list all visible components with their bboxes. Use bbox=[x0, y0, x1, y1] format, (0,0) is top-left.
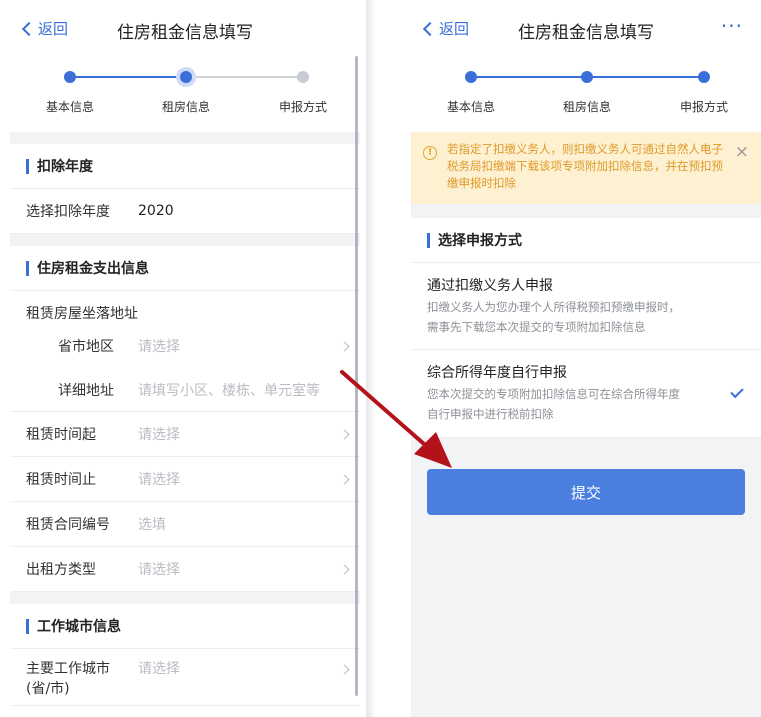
section-title-text: 选择申报方式 bbox=[438, 233, 522, 249]
more-options-icon[interactable]: ··· bbox=[721, 14, 743, 38]
chevron-right-icon bbox=[339, 474, 350, 484]
step-dot-2 bbox=[180, 71, 192, 83]
section-marker bbox=[427, 232, 430, 248]
option-desc-line1: 您本次提交的专项附加扣除信息可在综合所得年度 bbox=[427, 387, 680, 401]
chevron-right-icon bbox=[339, 564, 350, 574]
chevron-right-icon bbox=[339, 429, 350, 439]
step-dot-3 bbox=[698, 71, 710, 83]
address-label: 租赁房屋坐落地址 bbox=[26, 305, 138, 322]
nav-bar: 返回 住房租金信息填写 ··· bbox=[411, 0, 761, 56]
detail-address-input[interactable]: 请填写小区、楼栋、单元室等 bbox=[138, 380, 320, 400]
step-label-2: 租房信息 bbox=[161, 100, 210, 114]
step-label-1: 基本信息 bbox=[45, 100, 94, 114]
step-dot-1 bbox=[64, 71, 76, 83]
option-description: 扣缴义务人为您办理个人所得税预扣预缴申报时， 需事先下载您本次提交的专项附加扣除… bbox=[427, 297, 711, 337]
rent-start-select[interactable]: 请选择 bbox=[138, 424, 180, 444]
work-city-select[interactable]: 请选择 bbox=[138, 659, 180, 679]
deduction-year-row[interactable]: 选择扣除年度 2020 bbox=[10, 188, 360, 234]
rent-start-row[interactable]: 租赁时间起 请选择 bbox=[10, 412, 360, 457]
scrollbar[interactable] bbox=[355, 56, 358, 696]
screen-shadow bbox=[366, 0, 376, 717]
section-work-city: 工作城市信息 bbox=[10, 604, 360, 648]
step-dot-1 bbox=[465, 71, 477, 83]
rent-end-label: 租赁时间止 bbox=[26, 472, 96, 488]
work-city-label: 主要工作城市 (省/市) bbox=[26, 659, 138, 699]
section-title-text: 住房租金支出信息 bbox=[37, 261, 149, 277]
rent-info-screen-step2: 返回 住房租金信息填写 基本信息 租房信息 申报方式 扣除年度 选择扣除年度 2… bbox=[10, 0, 360, 717]
section-rent-expense: 住房租金支出信息 bbox=[10, 246, 360, 290]
chevron-right-icon bbox=[339, 341, 350, 351]
option-desc-line1: 扣缴义务人为您办理个人所得税预扣预缴申报时， bbox=[427, 300, 680, 314]
page-title: 住房租金信息填写 bbox=[117, 23, 253, 43]
notice-text: 若指定了扣缴义务人，则扣缴义务人可通过自然人电子税务局扣缴端下载该项专项附加扣除… bbox=[447, 142, 723, 190]
section-title-text: 扣除年度 bbox=[37, 159, 93, 175]
step-connector-2 bbox=[186, 76, 303, 78]
option-description: 您本次提交的专项附加扣除信息可在综合所得年度 自行申报中进行税前扣除 bbox=[427, 384, 711, 424]
rent-start-label: 租赁时间起 bbox=[26, 427, 96, 443]
option-withholding-agent[interactable]: 通过扣缴义务人申报 扣缴义务人为您办理个人所得税预扣预缴申报时， 需事先下载您本… bbox=[411, 262, 761, 350]
work-city-row[interactable]: 主要工作城市 (省/市) 请选择 bbox=[10, 648, 360, 706]
landlord-type-row[interactable]: 出租方类型 请选择 bbox=[10, 547, 360, 592]
deduction-year-label: 选择扣除年度 bbox=[26, 204, 110, 220]
nav-bar: 返回 住房租金信息填写 bbox=[10, 0, 360, 56]
step-dot-3 bbox=[297, 71, 309, 83]
section-deduction-year: 扣除年度 bbox=[10, 144, 360, 188]
deduction-year-value: 2020 bbox=[138, 203, 174, 219]
contract-number-row[interactable]: 租赁合同编号 选填 bbox=[10, 502, 360, 547]
option-self-filing[interactable]: 综合所得年度自行申报 您本次提交的专项附加扣除信息可在综合所得年度 自行申报中进… bbox=[411, 350, 761, 438]
section-marker bbox=[26, 158, 29, 174]
work-city-label-line1: 主要工作城市 bbox=[26, 661, 110, 677]
step-label-3: 申报方式 bbox=[278, 100, 327, 114]
section-marker bbox=[26, 260, 29, 276]
contract-number-input[interactable]: 选填 bbox=[138, 514, 166, 534]
progress-stepper: 基本信息 租房信息 申报方式 bbox=[411, 56, 761, 132]
contract-number-label: 租赁合同编号 bbox=[26, 517, 110, 533]
notice-banner: ! 若指定了扣缴义务人，则扣缴义务人可通过自然人电子税务局扣缴端下载该项专项附加… bbox=[411, 132, 761, 204]
divider bbox=[10, 592, 360, 604]
work-city-label-line2: (省/市) bbox=[26, 681, 70, 697]
section-filing-method: 选择申报方式 bbox=[411, 218, 761, 262]
divider bbox=[10, 132, 360, 144]
section-title-text: 工作城市信息 bbox=[37, 619, 121, 635]
rent-end-select[interactable]: 请选择 bbox=[138, 469, 180, 489]
landlord-type-label: 出租方类型 bbox=[26, 562, 96, 578]
divider bbox=[411, 204, 761, 218]
region-label: 省市地区 bbox=[58, 339, 114, 355]
submit-button[interactable]: 提交 bbox=[427, 469, 745, 515]
step-label-3: 申报方式 bbox=[679, 100, 728, 114]
page-title: 住房租金信息填写 bbox=[518, 23, 654, 43]
step-dot-2 bbox=[581, 71, 593, 83]
landlord-type-select[interactable]: 请选择 bbox=[138, 559, 180, 579]
step-label-2: 租房信息 bbox=[562, 100, 611, 114]
option-title: 综合所得年度自行申报 bbox=[427, 365, 567, 381]
region-row[interactable]: 省市地区 请选择 bbox=[10, 324, 360, 368]
detail-address-label: 详细地址 bbox=[58, 382, 114, 399]
detail-address-row[interactable]: 详细地址 请填写小区、楼栋、单元室等 bbox=[10, 368, 360, 412]
chevron-right-icon bbox=[339, 664, 350, 675]
option-desc-line2: 需事先下载您本次提交的专项附加扣除信息 bbox=[427, 320, 646, 334]
checkmark-icon bbox=[730, 384, 744, 399]
progress-stepper: 基本信息 租房信息 申报方式 bbox=[10, 56, 360, 132]
option-desc-line2: 自行申报中进行税前扣除 bbox=[427, 407, 554, 421]
rent-info-screen-step3: 返回 住房租金信息填写 ··· 基本信息 租房信息 申报方式 ! 若指定了扣缴义… bbox=[411, 0, 761, 717]
close-icon[interactable]: × bbox=[735, 142, 749, 162]
warning-icon: ! bbox=[423, 146, 437, 160]
option-title: 通过扣缴义务人申报 bbox=[427, 278, 553, 294]
step-label-1: 基本信息 bbox=[446, 100, 495, 114]
region-select[interactable]: 请选择 bbox=[138, 336, 180, 356]
step-connector-1 bbox=[70, 76, 186, 78]
divider bbox=[10, 234, 360, 246]
rent-end-row[interactable]: 租赁时间止 请选择 bbox=[10, 457, 360, 502]
section-marker bbox=[26, 618, 29, 634]
